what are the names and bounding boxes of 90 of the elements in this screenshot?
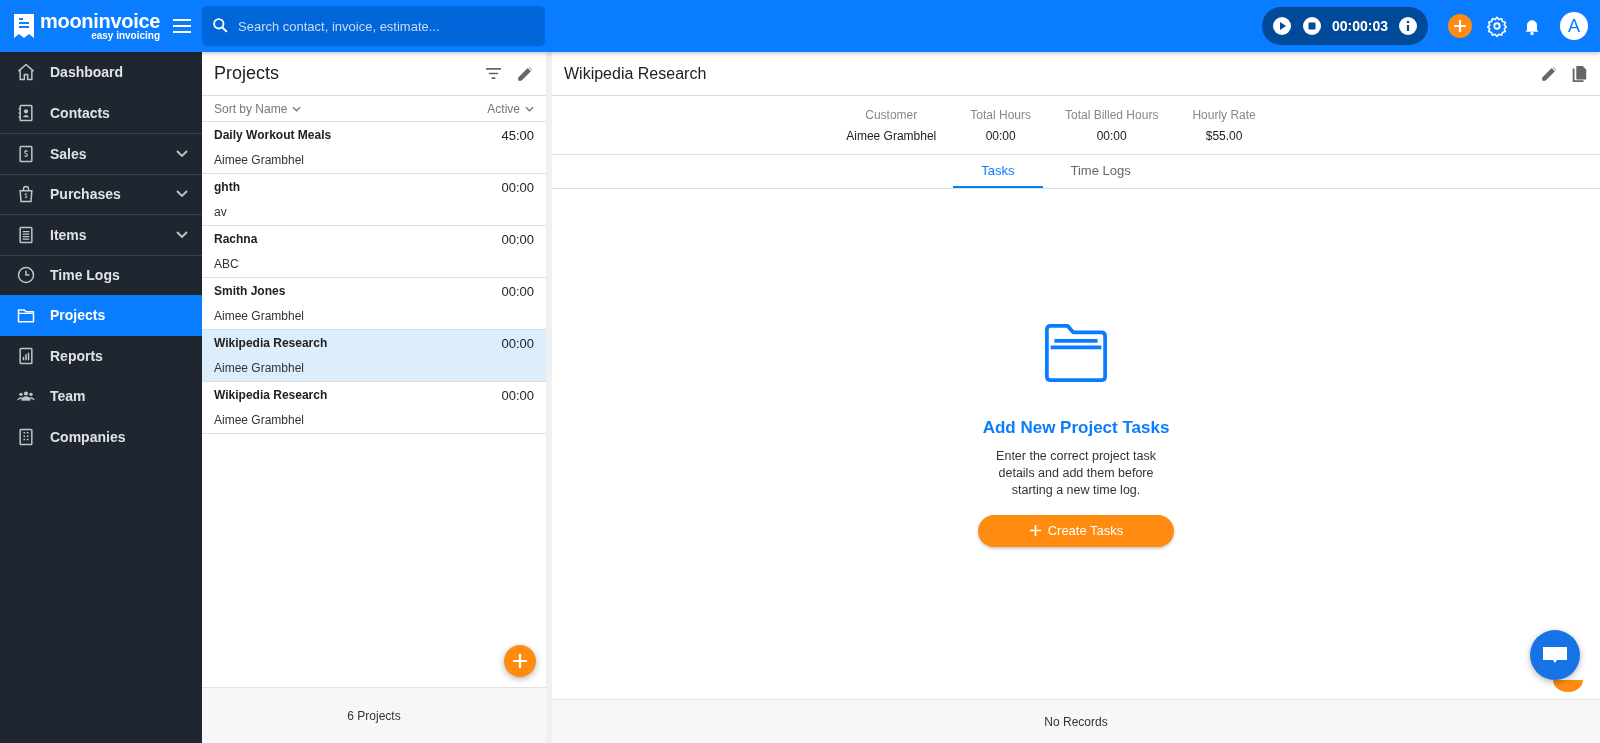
avatar[interactable]: A: [1560, 12, 1588, 40]
contact-book-icon: [16, 102, 36, 123]
tab[interactable]: Tasks: [953, 155, 1043, 188]
stat-label: Total Hours: [970, 107, 1031, 122]
project-title: Wikipedia Research: [564, 64, 708, 83]
pencil-icon: [1540, 64, 1558, 83]
records-status: No Records: [552, 699, 1600, 743]
brand-name: mooninvoice: [40, 11, 161, 31]
sidebar-item[interactable]: Projects: [0, 295, 202, 336]
shopping-bag-icon: [16, 184, 36, 205]
list-document-icon: [16, 224, 36, 245]
project-name: Smith Jones: [214, 284, 287, 299]
plus-icon: [1028, 524, 1042, 537]
info-button[interactable]: [1398, 16, 1418, 36]
stat-value: $55.00: [1205, 128, 1243, 143]
settings-icon: [1486, 15, 1508, 37]
status-dropdown[interactable]: Active: [487, 101, 534, 116]
add-button[interactable]: [1553, 680, 1583, 692]
sidebar-item[interactable]: Contacts: [0, 92, 202, 133]
building-icon: [16, 426, 36, 447]
project-name: Wikipedia Research: [214, 388, 329, 403]
copy-icon: [1570, 64, 1588, 83]
play-icon: [1271, 16, 1292, 36]
project-hours: 00:00: [501, 284, 534, 299]
tab[interactable]: Time Logs: [1042, 155, 1159, 188]
sidebar-item[interactable]: Team: [0, 376, 202, 417]
chat-button[interactable]: [1530, 630, 1580, 680]
plus-icon: [1448, 14, 1472, 38]
sidebar-item[interactable]: Companies: [0, 416, 202, 457]
project-hours: 45:00: [501, 128, 534, 143]
project-name: Rachna: [214, 232, 259, 247]
edit-button[interactable]: [1540, 64, 1558, 83]
info-icon: [1398, 16, 1418, 36]
filter-icon: [485, 67, 502, 80]
stat-value: 00:00: [985, 128, 1016, 143]
project-row[interactable]: Daily Workout Meals 45:00 Aimee Grambhel: [202, 122, 546, 174]
project-row[interactable]: Wikipedia Research 00:00 Aimee Grambhel: [202, 382, 546, 434]
logo-icon: [12, 13, 36, 39]
project-customer: Aimee Grambhel: [214, 309, 306, 323]
add-button[interactable]: [1448, 14, 1472, 38]
empty-state-message: Enter the correct project task details and add them before starting a new time log.: [995, 447, 1157, 499]
chevron-down-icon: [525, 105, 534, 112]
pencil-icon: [516, 64, 534, 83]
chat-bubble-icon: [1530, 630, 1580, 680]
timer-time: 00:00:03: [1331, 18, 1388, 34]
home-icon: [16, 62, 36, 83]
sidebar-item[interactable]: Dashboard: [0, 52, 202, 93]
menu-icon: [172, 18, 192, 34]
project-hours: 00:00: [501, 336, 534, 351]
brand-tagline: easy invoicing: [91, 31, 161, 41]
project-name: Daily Workout Meals: [214, 128, 333, 143]
sort-dropdown[interactable]: Sort by Name: [214, 101, 302, 116]
stop-button[interactable]: [1301, 16, 1322, 36]
project-name: ghth: [214, 180, 241, 195]
menu-button[interactable]: [172, 18, 192, 34]
project-customer: av: [214, 205, 228, 219]
filter-button[interactable]: [485, 67, 502, 80]
dollar-document-icon: [16, 143, 36, 164]
project-customer: Aimee Grambhel: [214, 153, 306, 167]
copy-button[interactable]: [1570, 64, 1588, 83]
bar-chart-icon: [16, 345, 36, 366]
sidebar-item[interactable]: Reports: [0, 335, 202, 376]
stop-icon: [1301, 16, 1322, 36]
folder-icon: [1043, 321, 1109, 384]
project-hours: 00:00: [501, 388, 534, 403]
settings-button[interactable]: [1486, 15, 1508, 37]
stat-value: 00:00: [1096, 128, 1127, 143]
project-customer: ABC: [214, 257, 240, 271]
stat-label: Customer: [865, 107, 918, 122]
project-customer: Aimee Grambhel: [214, 361, 306, 375]
project-row[interactable]: Wikipedia Research 00:00 Aimee Grambhel: [202, 330, 546, 382]
project-customer: Aimee Grambhel: [214, 413, 306, 427]
stat-value: Aimee Grambhel: [846, 128, 937, 143]
search-field[interactable]: Search contact, invoice, estimate...: [202, 6, 545, 46]
stat-label: Hourly Rate: [1192, 107, 1256, 122]
project-row[interactable]: ghth 00:00 av: [202, 174, 546, 226]
project-hours: 00:00: [501, 180, 534, 195]
project-hours: 00:00: [501, 232, 534, 247]
empty-state-heading: Add New Project Tasks: [982, 417, 1170, 438]
clock-icon: [16, 265, 36, 286]
search-icon: [212, 17, 229, 34]
project-name: Wikipedia Research: [214, 336, 329, 351]
project-count: 6 Projects: [202, 687, 546, 743]
stat-label: Total Billed Hours: [1065, 107, 1159, 122]
project-row[interactable]: Rachna 00:00 ABC: [202, 226, 546, 278]
play-button[interactable]: [1271, 16, 1292, 36]
plus-icon: [504, 645, 536, 677]
chevron-down-icon: [292, 105, 302, 112]
edit-button[interactable]: [516, 64, 534, 83]
panel-title: Projects: [214, 63, 281, 84]
